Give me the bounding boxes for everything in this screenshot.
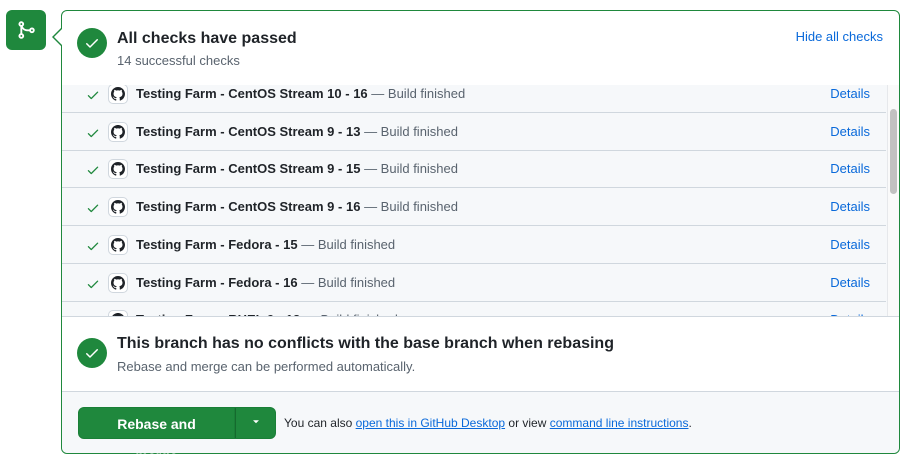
check-name: Testing Farm - CentOS Stream 10 - 16 (136, 86, 368, 101)
check-text: Testing Farm - CentOS Stream 10 - 16 — B… (136, 86, 465, 101)
check-status: — Build finished (364, 123, 459, 139)
check-details-link[interactable]: Details (830, 86, 870, 101)
check-row: Testing Farm - Fedora - 15 — Build finis… (62, 227, 886, 264)
check-text: Testing Farm - Fedora - 16 — Build finis… (136, 275, 395, 290)
github-app-icon (108, 234, 128, 255)
merge-status-subtitle: Rebase and merge can be performed automa… (117, 359, 416, 374)
check-details-link[interactable]: Details (830, 199, 870, 214)
check-details-link[interactable]: Details (830, 161, 870, 176)
check-status: — Build finished (301, 236, 396, 252)
merge-button-group: Rebase and merge (78, 407, 276, 464)
period-text: . (688, 416, 692, 430)
check-details-link[interactable]: Details (830, 124, 870, 139)
check-row: Testing Farm - RHEL 9 - 13 — Build finis… (62, 302, 886, 316)
check-status: — Build finished (301, 274, 396, 290)
rebase-and-merge-button[interactable]: Rebase and merge (78, 407, 235, 464)
check-icon (86, 163, 100, 182)
or-view-text: or view (508, 416, 547, 430)
github-app-icon (108, 85, 128, 104)
merge-actions: Rebase and merge You can also open this … (62, 392, 899, 464)
check-status: — Build finished (364, 199, 459, 215)
check-row: Testing Farm - CentOS Stream 9 - 15 — Bu… (62, 151, 886, 189)
check-text: Testing Farm - CentOS Stream 9 - 13 — Bu… (136, 124, 458, 139)
git-merge-icon (6, 10, 46, 50)
check-row: Testing Farm - CentOS Stream 9 - 16 — Bu… (62, 189, 886, 227)
triangle-down-icon (250, 414, 262, 432)
check-icon (86, 88, 100, 107)
panel-caret-fill (54, 29, 62, 45)
check-icon (86, 277, 100, 296)
alternate-options-text: You can also open this in GitHub Desktop… (284, 416, 692, 430)
github-app-icon (108, 159, 128, 180)
github-app-icon (108, 121, 128, 142)
check-status: — Build finished (364, 161, 459, 177)
check-text: Testing Farm - CentOS Stream 9 - 16 — Bu… (136, 199, 458, 214)
check-row: Testing Farm - Fedora - 16 — Build finis… (62, 265, 886, 302)
success-check-icon (77, 338, 107, 368)
merge-box: All checks have passed 14 successful che… (61, 10, 900, 464)
checks-title: All checks have passed (117, 30, 297, 47)
check-details-link[interactable]: Details (830, 237, 870, 252)
check-status: — Build finished (371, 86, 466, 101)
check-name: Testing Farm - CentOS Stream 9 - 13 (136, 123, 361, 139)
also-prefix: You can also (284, 416, 353, 430)
check-icon (86, 239, 100, 258)
check-text: Testing Farm - CentOS Stream 9 - 15 — Bu… (136, 161, 458, 176)
check-name: Testing Farm - CentOS Stream 9 - 15 (136, 161, 361, 177)
merge-method-dropdown[interactable] (235, 407, 276, 439)
check-details-link[interactable]: Details (830, 275, 870, 290)
success-check-icon (77, 28, 107, 58)
hide-all-checks-link[interactable]: Hide all checks (796, 29, 883, 44)
checks-summary-header: All checks have passed 14 successful che… (62, 11, 899, 86)
merge-status-title: This branch has no conflicts with the ba… (117, 335, 614, 352)
check-icon (86, 126, 100, 145)
merge-status: This branch has no conflicts with the ba… (62, 317, 899, 392)
check-name: Testing Farm - Fedora - 16 (136, 274, 298, 290)
github-app-icon (108, 310, 128, 316)
check-text: Testing Farm - Fedora - 15 — Build finis… (136, 237, 395, 252)
checks-scrollbar[interactable] (887, 85, 899, 316)
checks-list[interactable]: Testing Farm - CentOS Stream 10 - 16 — B… (62, 85, 899, 317)
check-name: Testing Farm - CentOS Stream 9 - 16 (136, 199, 361, 215)
scrollbar-thumb[interactable] (890, 109, 897, 194)
check-row: Testing Farm - CentOS Stream 9 - 13 — Bu… (62, 114, 886, 151)
github-app-icon (108, 197, 128, 218)
check-name: Testing Farm - Fedora - 15 (136, 236, 298, 252)
check-row: Testing Farm - CentOS Stream 10 - 16 — B… (62, 85, 886, 113)
command-line-instructions-link[interactable]: command line instructions (550, 416, 689, 430)
checks-count: 14 successful checks (117, 53, 240, 68)
github-app-icon (108, 272, 128, 293)
open-github-desktop-link[interactable]: open this in GitHub Desktop (356, 416, 505, 430)
check-icon (86, 201, 100, 220)
